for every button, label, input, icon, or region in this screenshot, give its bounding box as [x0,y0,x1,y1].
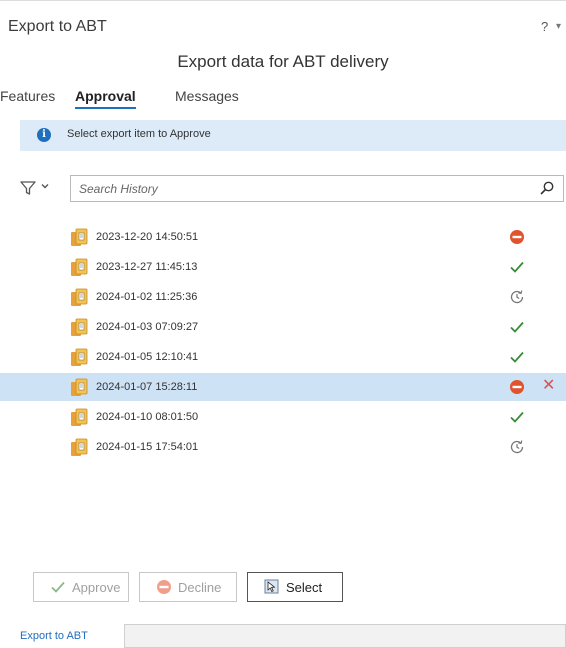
history-row[interactable]: 2024-01-03 07:09:27 [0,313,566,341]
approved-check-icon [510,261,524,273]
history-row[interactable]: 2023-12-20 14:50:51 [0,223,566,251]
history-row[interactable]: 2024-01-10 08:01:50 [0,403,566,431]
approve-button[interactable]: Approve [33,572,129,602]
export-package-icon [71,228,88,246]
history-row[interactable]: 2024-01-02 11:25:36 [0,283,566,311]
pane-header: Export to ABT ? ▾ [0,0,566,41]
history-row[interactable]: 2024-01-15 17:54:01 [0,433,566,461]
export-package-icon [71,318,88,336]
history-date: 2023-12-27 11:45:13 [96,261,198,273]
options-dropdown-icon[interactable]: ▾ [556,21,561,32]
info-banner: i Select export item to Approve [20,120,566,151]
export-package-icon [71,258,88,276]
tab-bar: Features Approval Messages [0,88,300,112]
filter-icon[interactable] [20,180,36,196]
declined-no-entry-icon [510,230,524,244]
declined-no-entry-icon [510,380,524,394]
history-date: 2024-01-02 11:25:36 [96,291,198,303]
history-date: 2024-01-15 17:54:01 [96,441,199,453]
approved-check-icon [510,321,524,333]
page-title: Export data for ABT delivery [177,52,389,71]
history-date: 2024-01-03 07:09:27 [96,321,199,333]
select-label: Select [286,579,323,595]
select-button[interactable]: Select [247,572,343,602]
map-select-icon [264,579,279,594]
filter-dropdown-chevron-icon[interactable] [40,181,50,191]
no-entry-icon [157,580,171,594]
checkmark-icon [51,581,65,593]
pane-title: Export to ABT [8,18,107,35]
approved-check-icon [510,351,524,363]
info-icon: i [37,128,51,142]
approved-check-icon [510,411,524,423]
export-package-icon [71,378,88,396]
approve-label: Approve [72,579,121,595]
search-input[interactable] [79,181,519,196]
history-date: 2024-01-05 12:10:41 [96,351,199,363]
pending-clock-icon [510,440,524,454]
tab-messages[interactable]: Messages [175,88,239,107]
export-package-icon [71,288,88,306]
tab-approval[interactable]: Approval [75,88,136,109]
tab-features[interactable]: Features [0,88,55,107]
history-row[interactable]: 2023-12-27 11:45:13 [0,253,566,281]
history-date: 2024-01-07 15:28:11 [96,381,198,393]
pending-clock-icon [510,290,524,304]
remove-icon[interactable]: ✕ [542,377,555,395]
history-row[interactable]: 2024-01-05 12:10:41 [0,343,566,371]
bottom-tab-export-to-abt[interactable]: Export to ABT [20,630,88,642]
export-package-icon [71,408,88,426]
bottom-tab-strip [124,624,566,648]
info-text: Select export item to Approve [67,128,211,140]
history-date: 2024-01-10 08:01:50 [96,411,199,423]
export-package-icon [71,438,88,456]
history-date: 2023-12-20 14:50:51 [96,231,199,243]
history-row[interactable]: 2024-01-07 15:28:11 ✕ [0,373,566,401]
export-package-icon [71,348,88,366]
help-button[interactable]: ? [541,19,548,34]
decline-button[interactable]: Decline [139,572,237,602]
decline-label: Decline [178,579,222,595]
search-box [70,175,564,202]
search-icon[interactable] [539,180,555,196]
